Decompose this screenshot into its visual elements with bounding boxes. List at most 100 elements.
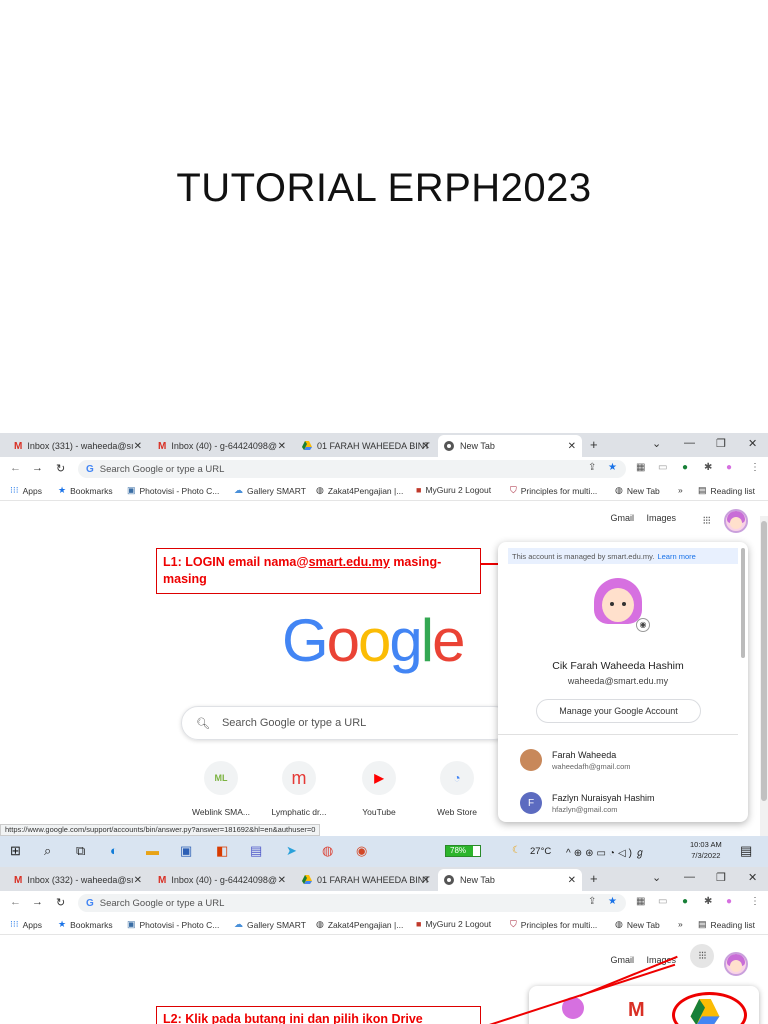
bookmark-bookmarks[interactable]: ★ Bookmarks <box>58 919 113 930</box>
avatar[interactable] <box>724 952 748 976</box>
restore-button[interactable]: ❐ <box>716 871 726 884</box>
bookmark-apps[interactable]: ⁝⁝⁝ Apps <box>10 919 42 930</box>
bookmark-apps[interactable]: ⁝⁝⁝ Apps <box>10 485 42 496</box>
apps-grid-icon[interactable]: ⁝⁝⁝ <box>703 514 711 527</box>
tab-new-tab[interactable]: New Tab ✕ <box>438 869 582 891</box>
reading-list[interactable]: ▤ Reading list <box>698 919 755 930</box>
notification-icon[interactable]: ▤ <box>740 843 752 859</box>
bookmark-photovisi[interactable]: ▣ Photovisi - Photo C... <box>127 485 219 496</box>
gmail-app-icon[interactable]: M <box>628 999 645 1022</box>
profile-icon[interactable]: ● <box>726 462 732 473</box>
edge-icon[interactable]: ◐ <box>110 843 118 858</box>
account-item[interactable]: Farah Waheeda waheedafh@gmail.com <box>520 749 631 771</box>
omnibox[interactable]: G Search Google or type a URL <box>78 894 626 912</box>
telegram-icon[interactable]: ➤ <box>286 843 297 859</box>
profile-avatar[interactable]: ◉ <box>594 578 650 632</box>
apps-grid-icon[interactable]: ⁝⁝⁝ <box>690 944 714 968</box>
extension-g-icon[interactable]: ● <box>682 462 688 473</box>
close-icon[interactable]: ✕ <box>422 875 430 886</box>
minimize-button[interactable]: — <box>684 871 695 883</box>
shortcut-web-store[interactable]: ◔ Web Store <box>422 761 492 817</box>
shortcut-lymphatic[interactable]: m Lymphatic dr... <box>264 761 334 817</box>
extension-icon[interactable]: ▭ <box>658 462 667 473</box>
store-icon[interactable]: ▣ <box>180 843 192 859</box>
close-icon[interactable]: ✕ <box>278 441 286 452</box>
gmail-link[interactable]: Gmail <box>610 955 634 965</box>
bookmark-principles[interactable]: ⛉ Principles for multi... <box>510 919 597 930</box>
clock[interactable]: 10:03 AM 7/3/2022 <box>690 839 722 861</box>
tab-new-tab[interactable]: New Tab ✕ <box>438 435 582 457</box>
reload-icon[interactable]: ↻ <box>56 462 65 475</box>
minimize-button[interactable]: — <box>684 437 695 449</box>
bookmark-zakat[interactable]: ◍ Zakat4Pengajian |... <box>316 485 403 496</box>
star-icon[interactable]: ★ <box>608 462 617 473</box>
bookmark-overflow[interactable]: » <box>678 919 683 929</box>
camera-icon[interactable]: ◉ <box>636 618 650 632</box>
back-icon[interactable]: ← <box>10 462 21 474</box>
extension-g-icon[interactable]: ● <box>682 896 688 907</box>
puzzle-icon[interactable]: ✱ <box>704 462 712 473</box>
bookmark-myguru[interactable]: ■ MyGuru 2 Logout <box>416 919 491 929</box>
new-tab-button[interactable]: + <box>590 437 598 452</box>
menu-icon[interactable]: ⋮ <box>750 462 760 473</box>
close-icon[interactable]: ✕ <box>568 875 576 886</box>
tab-gmail-inbox[interactable]: M Inbox (331) - waheeda@sı ✕ <box>8 435 148 457</box>
tab-gmail-inbox[interactable]: M Inbox (332) - waheeda@sı ✕ <box>8 869 148 891</box>
shortcut-weblink[interactable]: ML Weblink SMA... <box>186 761 256 817</box>
close-window-button[interactable]: ✕ <box>748 437 757 450</box>
star-icon[interactable]: ★ <box>608 896 617 907</box>
bookmark-photovisi[interactable]: ▣ Photovisi - Photo C... <box>127 919 219 930</box>
file-explorer-icon[interactable]: ▬ <box>146 843 159 858</box>
new-tab-button[interactable]: + <box>590 871 598 886</box>
forward-icon[interactable]: → <box>32 896 43 908</box>
chevron-down-icon[interactable]: ⌄ <box>652 437 661 450</box>
menu-icon[interactable]: ⋮ <box>750 896 760 907</box>
extension-icon[interactable]: ▭ <box>658 896 667 907</box>
tab-drive-file[interactable]: 01 FARAH WAHEEDA BINTI ✕ <box>296 435 436 457</box>
reload-icon[interactable]: ↻ <box>56 896 65 909</box>
close-icon[interactable]: ✕ <box>422 441 430 452</box>
task-view-icon[interactable]: ⧉ <box>76 843 85 859</box>
images-link[interactable]: Images <box>646 513 676 523</box>
close-icon[interactable]: ✕ <box>568 441 576 452</box>
search-icon[interactable]: ⌕ <box>44 843 51 859</box>
page-scrollbar[interactable] <box>760 516 768 836</box>
bookmark-gallery[interactable]: ☁ Gallery SMART <box>234 919 306 930</box>
omnibox[interactable]: G Search Google or type a URL <box>78 460 626 478</box>
teams-icon[interactable]: ▤ <box>250 843 262 859</box>
chrome-taskbar-icon[interactable]: ◍ <box>322 843 333 859</box>
bookmark-new-tab[interactable]: ◍ New Tab <box>615 485 660 496</box>
bookmark-gallery[interactable]: ☁ Gallery SMART <box>234 485 306 496</box>
shortcut-youtube[interactable]: ▶ YouTube <box>344 761 414 817</box>
extension-grid-icon[interactable]: ▦ <box>636 896 645 907</box>
gmail-link[interactable]: Gmail <box>610 513 634 523</box>
bookmark-overflow[interactable]: » <box>678 485 683 495</box>
puzzle-icon[interactable]: ✱ <box>704 896 712 907</box>
restore-button[interactable]: ❐ <box>716 437 726 450</box>
close-window-button[interactable]: ✕ <box>748 871 757 884</box>
share-icon[interactable]: ⇪ <box>588 896 596 907</box>
chevron-down-icon[interactable]: ⌄ <box>652 871 661 884</box>
profile-icon[interactable]: ● <box>726 896 732 907</box>
close-icon[interactable]: ✕ <box>278 875 286 886</box>
tray-icons[interactable]: ^⊕⊛▭◔◁)ℊ <box>566 844 648 859</box>
scrollbar[interactable] <box>741 548 745 658</box>
extension-grid-icon[interactable]: ▦ <box>636 462 645 473</box>
account-item[interactable]: F Fazlyn Nuraisyah Hashim hfazlyn@gmail.… <box>520 792 655 814</box>
tab-gmail-inbox-2[interactable]: M Inbox (40) - g-64424098@ ✕ <box>152 869 292 891</box>
reading-list[interactable]: ▤ Reading list <box>698 485 755 496</box>
office-icon[interactable]: ◧ <box>216 843 228 859</box>
tab-gmail-inbox-2[interactable]: M Inbox (40) - g-64424098@ ✕ <box>152 435 292 457</box>
search-input[interactable]: 🔍︎ Search Google or type a URL <box>181 706 511 740</box>
back-icon[interactable]: ← <box>10 896 21 908</box>
forward-icon[interactable]: → <box>32 462 43 474</box>
tab-drive-file[interactable]: 01 FARAH WAHEEDA BINTI ✕ <box>296 869 436 891</box>
manage-account-button[interactable]: Manage your Google Account <box>536 699 701 723</box>
bookmark-new-tab[interactable]: ◍ New Tab <box>615 919 660 930</box>
learn-more-link[interactable]: Learn more <box>657 552 695 561</box>
close-icon[interactable]: ✕ <box>134 441 142 452</box>
powerpoint-icon[interactable]: ◉ <box>356 843 367 859</box>
bookmark-bookmarks[interactable]: ★ Bookmarks <box>58 485 113 496</box>
bookmark-zakat[interactable]: ◍ Zakat4Pengajian |... <box>316 919 403 930</box>
close-icon[interactable]: ✕ <box>134 875 142 886</box>
